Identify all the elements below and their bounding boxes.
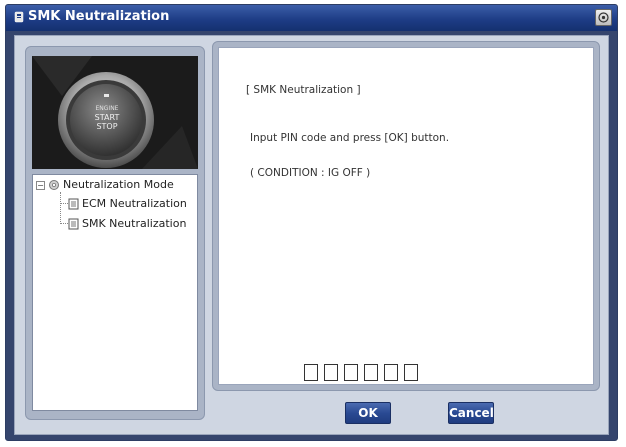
dialog-client-area: ENGINE START STOP − Neutralization Mode	[14, 35, 609, 435]
left-panel: ENGINE START STOP − Neutralization Mode	[25, 46, 205, 420]
condition-text: ( CONDITION : IG OFF )	[250, 167, 371, 179]
pin-digit-input[interactable]	[384, 364, 398, 381]
tree-item-label: SMK Neutralization	[82, 217, 187, 230]
message-area: [ SMK Neutralization ] Input PIN code an…	[218, 47, 594, 385]
folder-gear-icon	[49, 180, 59, 190]
instruction-text: Input PIN code and press [OK] button.	[250, 132, 450, 144]
button-text-stop: STOP	[96, 122, 118, 131]
neutralization-tree: − Neutralization Mode ECM Neutralization…	[32, 174, 198, 411]
pin-digit-input[interactable]	[404, 364, 418, 381]
title-bar[interactable]: SMK Neutralization	[6, 5, 617, 31]
pin-digit-input[interactable]	[344, 364, 358, 381]
collapse-toggle-icon[interactable]: −	[36, 181, 45, 190]
pin-digit-input[interactable]	[304, 364, 318, 381]
app-icon	[14, 11, 24, 23]
help-icon	[598, 12, 609, 23]
tree-connector	[60, 223, 68, 224]
cancel-button[interactable]: Cancel	[448, 402, 494, 424]
document-icon	[68, 218, 79, 230]
tree-root-label: Neutralization Mode	[63, 178, 174, 191]
pin-digit-input[interactable]	[364, 364, 378, 381]
pin-digit-input[interactable]	[324, 364, 338, 381]
tree-item-label: ECM Neutralization	[82, 197, 187, 210]
document-icon	[68, 198, 79, 210]
start-stop-button-photo: ENGINE START STOP	[32, 56, 198, 169]
tree-connector	[60, 192, 61, 224]
content-heading: [ SMK Neutralization ]	[246, 84, 361, 96]
button-text-start: START	[94, 113, 120, 122]
help-button[interactable]	[595, 9, 612, 26]
smk-neutralization-dialog: SMK Neutralization ENGINE START STOP − N…	[5, 4, 618, 441]
button-text-engine: ENGINE	[95, 105, 119, 112]
right-panel: [ SMK Neutralization ] Input PIN code an…	[212, 41, 600, 391]
ok-button[interactable]: OK	[345, 402, 391, 424]
window-title: SMK Neutralization	[28, 9, 170, 24]
tree-connector	[60, 203, 68, 204]
